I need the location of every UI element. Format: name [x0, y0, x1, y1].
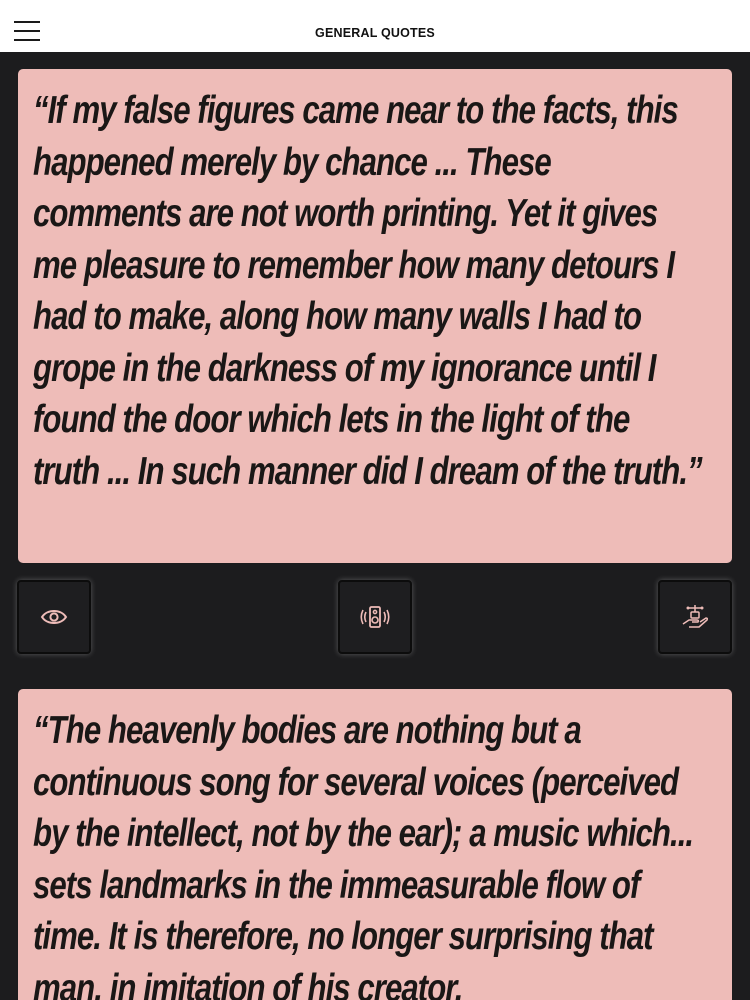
page-title: GENERAL QUOTES — [315, 26, 435, 40]
quote-text: “The heavenly bodies are nothing but a c… — [33, 709, 694, 1000]
share-button[interactable] — [658, 580, 732, 654]
top-bar: GENERAL QUOTES — [0, 0, 750, 52]
view-button[interactable] — [17, 580, 91, 654]
eye-icon — [40, 610, 68, 624]
quote-text: “If my false figures came near to the fa… — [33, 89, 703, 493]
quote-card: “The heavenly bodies are nothing but a c… — [18, 689, 732, 1000]
quote-card: “If my false figures came near to the fa… — [18, 69, 732, 563]
speak-button[interactable] — [338, 580, 412, 654]
share-hand-icon — [682, 605, 709, 628]
speaker-icon — [360, 606, 390, 628]
